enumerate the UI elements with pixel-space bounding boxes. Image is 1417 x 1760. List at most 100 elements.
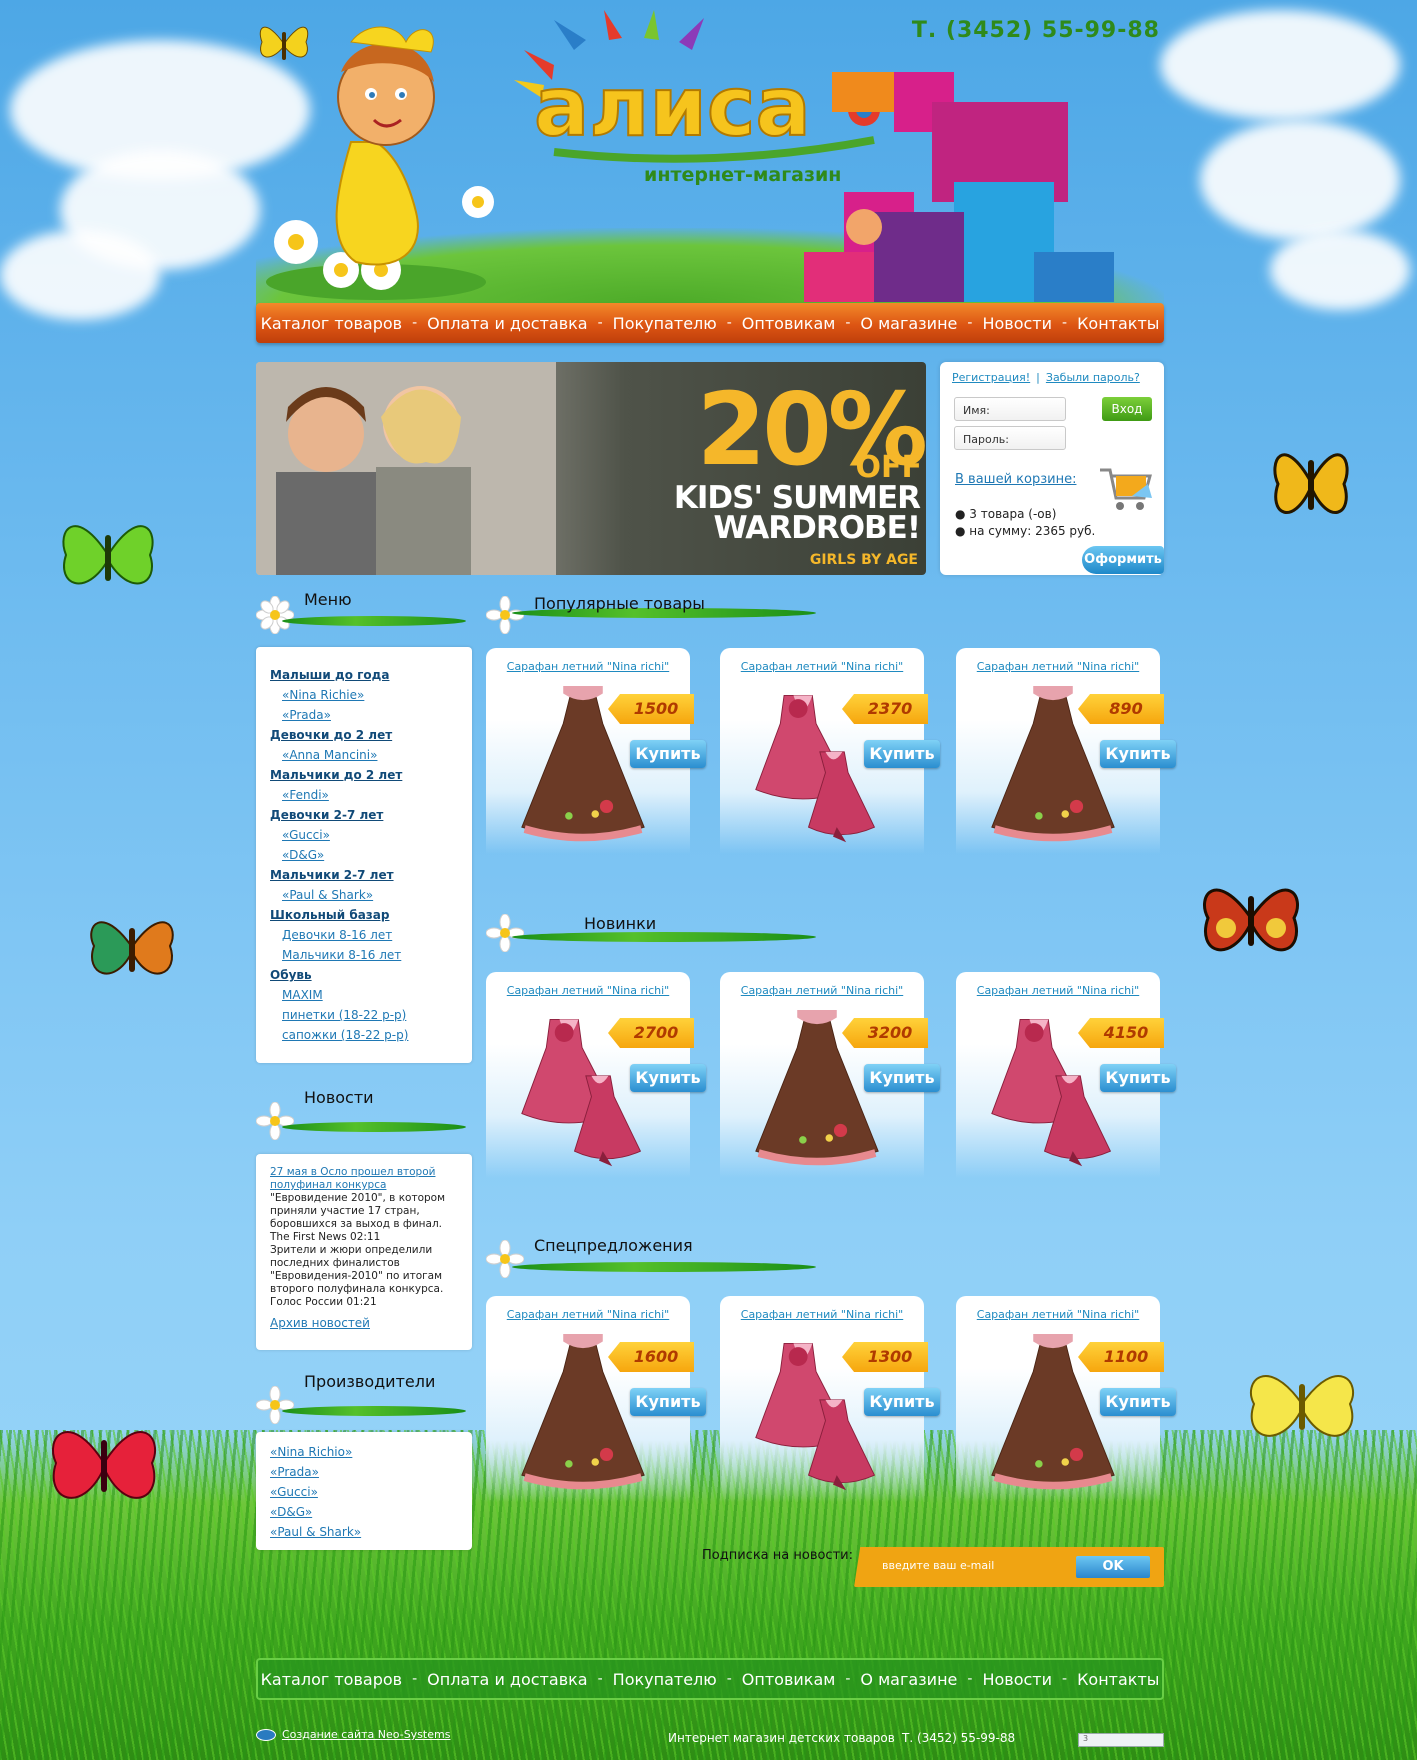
product-title-link[interactable]: Сарафан летний "Nina richi" — [956, 1308, 1160, 1321]
brand-link[interactable]: «Gucci» — [270, 1482, 472, 1502]
menu-subcategory[interactable]: Мальчики 8-16 лет — [270, 945, 472, 965]
product-card[interactable]: Сарафан летний "Nina richi" 2700 Купить — [486, 972, 706, 1178]
product-title-link[interactable]: Сарафан летний "Nina richi" — [956, 660, 1160, 673]
menu-subcategory[interactable]: MAXIM — [270, 985, 472, 1005]
buy-button[interactable]: Купить — [630, 740, 706, 768]
nav-news[interactable]: Новости — [982, 314, 1052, 333]
footer-nav-contacts[interactable]: Контакты — [1077, 1670, 1159, 1689]
nav-contacts[interactable]: Контакты — [1077, 314, 1159, 333]
news-archive-link[interactable]: Архив новостей — [270, 1317, 458, 1330]
brand-link[interactable]: «Paul & Shark» — [270, 1522, 472, 1542]
brands-heading: Производители — [256, 1372, 466, 1424]
news-source: The First News 02:11 — [270, 1231, 381, 1243]
visit-counter[interactable]: 3 — [1078, 1733, 1164, 1747]
buy-button[interactable]: Купить — [1100, 740, 1176, 768]
green-stroke — [282, 1406, 466, 1416]
product-card[interactable]: Сарафан летний "Nina richi" 2370 Купить — [720, 648, 940, 854]
subscribe-ok-button[interactable]: OK — [1076, 1556, 1150, 1578]
product-card[interactable]: Сарафан летний "Nina richi" 1600 Купить — [486, 1296, 706, 1502]
menu-category[interactable]: Малыши до года — [270, 665, 472, 685]
footer-nav-about[interactable]: О магазине — [860, 1670, 957, 1689]
nav-wholesale[interactable]: Оптовикам — [742, 314, 836, 333]
news-text: "Евровидение 2010", в котором приняли уч… — [270, 1192, 446, 1230]
promo-banner[interactable]: 20% OFF KIDS' SUMMER WARDROBE! GIRLS BY … — [256, 362, 926, 575]
brand-link[interactable]: «Nina Richio» — [270, 1442, 472, 1462]
main-nav: Каталог товаров - Оплата и доставка - Поку… — [256, 303, 1164, 343]
footer-nav-news[interactable]: Новости — [982, 1670, 1052, 1689]
menu-category[interactable]: Мальчики до 2 лет — [270, 765, 472, 785]
menu-subcategory[interactable]: «D&G» — [270, 845, 472, 865]
product-card[interactable]: Сарафан летний "Nina richi" 1300 Купить — [720, 1296, 940, 1502]
footer-nav-for-buyer[interactable]: Покупателю — [613, 1670, 717, 1689]
header-phone: Т. (3452) 55-99-88 — [911, 18, 1160, 43]
daisy-icon — [256, 1386, 294, 1424]
section-heading-new: Новинки — [486, 912, 816, 952]
menu-subcategory[interactable]: «Paul & Shark» — [270, 885, 472, 905]
product-card[interactable]: Сарафан летний "Nina richi" 1100 Купить — [956, 1296, 1176, 1502]
menu-subcategory[interactable]: Девочки 8-16 лет — [270, 925, 472, 945]
account-links: Регистрация! | Забыли пароль? — [952, 371, 1140, 384]
footer-nav-payment-delivery[interactable]: Оплата и доставка — [427, 1670, 587, 1689]
menu-subcategory[interactable]: «Gucci» — [270, 825, 472, 845]
nav-payment-delivery[interactable]: Оплата и доставка — [427, 314, 587, 333]
developer-credit-link[interactable]: Создание сайта Neo-Systems — [282, 1728, 450, 1741]
footer-shop-description: Интернет магазин детских товаров — [668, 1731, 895, 1745]
footer-nav-wholesale[interactable]: Оптовикам — [742, 1670, 836, 1689]
product-title-link[interactable]: Сарафан летний "Nina richi" — [486, 660, 690, 673]
product-title-link[interactable]: Сарафан летний "Nina richi" — [720, 660, 924, 673]
section-title: Спецпредложения — [534, 1236, 693, 1255]
product-card[interactable]: Сарафан летний "Nina richi" 3200 Купить — [720, 972, 940, 1178]
nav-catalog[interactable]: Каталог товаров — [261, 314, 403, 333]
brand-link[interactable]: «Prada» — [270, 1462, 472, 1482]
name-field[interactable]: Имя: — [954, 397, 1066, 421]
menu-subcategory[interactable]: сапожки (18-22 р-р) — [270, 1025, 472, 1045]
buy-button[interactable]: Купить — [1100, 1064, 1176, 1092]
nav-about[interactable]: О магазине — [860, 314, 957, 333]
news-title: Новости — [304, 1088, 374, 1107]
footer-nav-catalog[interactable]: Каталог товаров — [261, 1670, 403, 1689]
product-title-link[interactable]: Сарафан летний "Nina richi" — [486, 1308, 690, 1321]
product-card[interactable]: Сарафан летний "Nina richi" 4150 Купить — [956, 972, 1176, 1178]
register-link[interactable]: Регистрация! — [952, 371, 1030, 384]
menu-subcategory[interactable]: «Prada» — [270, 705, 472, 725]
product-title-link[interactable]: Сарафан летний "Nina richi" — [486, 984, 690, 997]
green-stroke — [282, 1122, 466, 1132]
menu-category[interactable]: Девочки до 2 лет — [270, 725, 472, 745]
menu-category[interactable]: Обувь — [270, 965, 472, 985]
product-title-link[interactable]: Сарафан летний "Nina richi" — [720, 984, 924, 997]
buy-button[interactable]: Купить — [864, 1388, 940, 1416]
menu-subcategory[interactable]: «Anna Mancini» — [270, 745, 472, 765]
price-tag: 2700 — [608, 1018, 694, 1048]
menu-category[interactable]: Школьный базар — [270, 905, 472, 925]
buy-button[interactable]: Купить — [630, 1388, 706, 1416]
nav-for-buyer[interactable]: Покупателю — [613, 314, 717, 333]
banner-headline-line2: WARDROBE! — [713, 510, 921, 546]
product-card[interactable]: Сарафан летний "Nina richi" 890 Купить — [956, 648, 1176, 854]
menu-subcategory[interactable]: «Nina Richie» — [270, 685, 472, 705]
buy-button[interactable]: Купить — [864, 1064, 940, 1092]
news-headline-link[interactable]: 27 мая в Осло прошел второй полуфинал ко… — [270, 1166, 458, 1192]
menu-subcategory[interactable]: пинетки (18-22 р-р) — [270, 1005, 472, 1025]
developer-credit[interactable]: Создание сайта Neo-Systems — [256, 1728, 450, 1741]
product-title-link[interactable]: Сарафан летний "Nina richi" — [956, 984, 1160, 997]
forgot-password-link[interactable]: Забыли пароль? — [1046, 371, 1140, 384]
menu-subcategory[interactable]: «Fendi» — [270, 785, 472, 805]
product-card[interactable]: Сарафан летний "Nina richi" 1500 Купить — [486, 648, 706, 854]
green-stroke — [282, 616, 466, 626]
cart-title-link[interactable]: В вашей корзине: — [955, 472, 1076, 487]
password-field[interactable]: Пароль: — [954, 426, 1066, 450]
checkout-button[interactable]: Оформить — [1082, 546, 1164, 574]
menu-category[interactable]: Девочки 2-7 лет — [270, 805, 472, 825]
cloud — [0, 230, 160, 320]
login-button[interactable]: Вход — [1102, 397, 1152, 421]
daisy-icon — [486, 1240, 524, 1278]
cloud — [1200, 120, 1400, 240]
email-input[interactable]: введите ваш e-mail — [882, 1559, 994, 1572]
product-title-link[interactable]: Сарафан летний "Nina richi" — [720, 1308, 924, 1321]
shopping-cart-icon — [1100, 468, 1152, 510]
buy-button[interactable]: Купить — [630, 1064, 706, 1092]
brand-link[interactable]: «D&G» — [270, 1502, 472, 1522]
menu-category[interactable]: Мальчики 2-7 лет — [270, 865, 472, 885]
buy-button[interactable]: Купить — [1100, 1388, 1176, 1416]
buy-button[interactable]: Купить — [864, 740, 940, 768]
